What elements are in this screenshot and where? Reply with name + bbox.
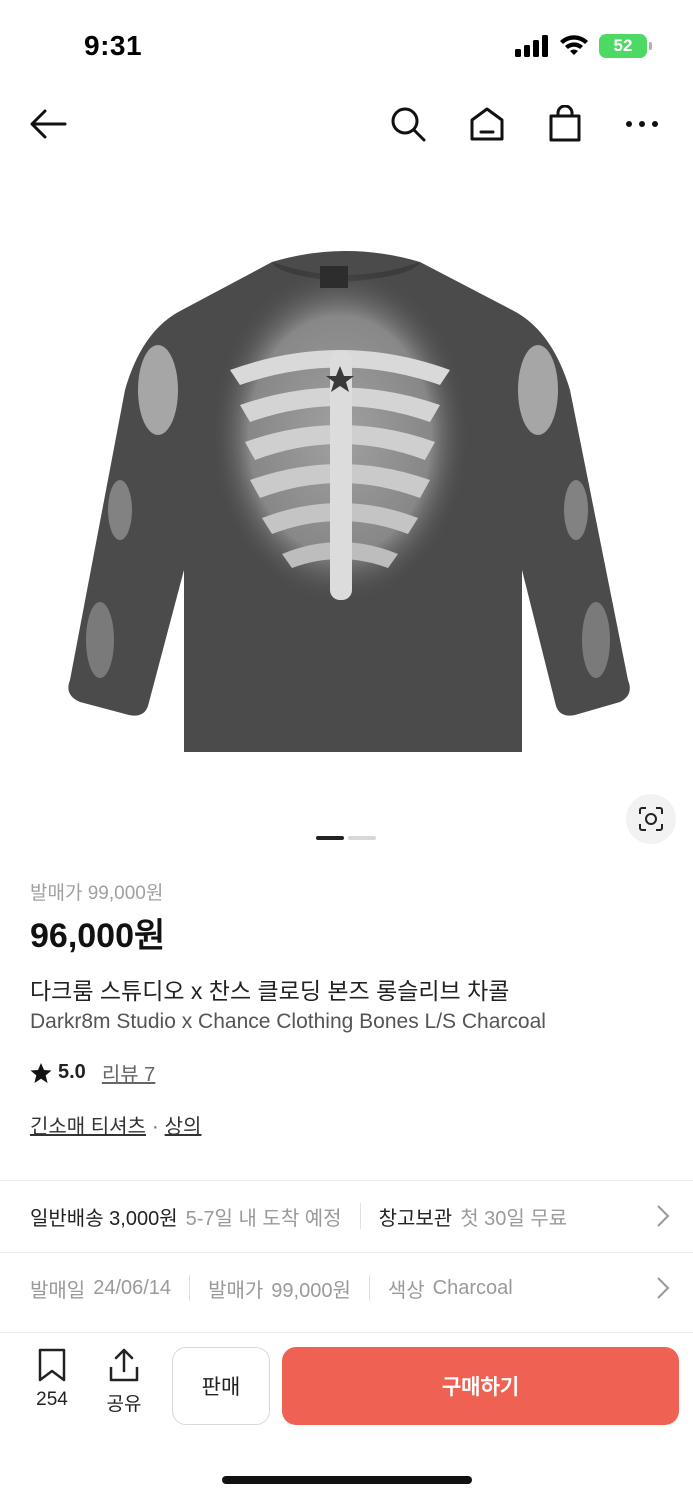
more-icon (626, 121, 658, 127)
more-button[interactable] (620, 102, 664, 146)
star-icon (30, 1062, 52, 1083)
shopping-bag-icon (549, 105, 581, 142)
chevron-right-icon (657, 1277, 670, 1299)
release-date-key: 발매일 (30, 1279, 86, 1302)
release-date-value: 24/06/14 (93, 1276, 172, 1299)
lens-search-button[interactable] (626, 794, 676, 844)
category-separator: · (151, 1116, 159, 1138)
battery-indicator: 52 (599, 34, 652, 58)
details-row[interactable]: 발매일 24/06/14 발매가 99,000원 색상 Charcoal (30, 1268, 670, 1308)
separator (359, 1203, 361, 1229)
top-nav (0, 92, 693, 156)
sell-button[interactable]: 판매 (172, 1347, 270, 1425)
lens-search-icon (639, 807, 663, 831)
storage-label: 창고보관 (378, 1207, 453, 1230)
bookmark-button[interactable]: 254 (22, 1347, 82, 1427)
share-button[interactable]: 공유 (94, 1347, 154, 1427)
pagination-dot-active (316, 836, 344, 840)
divider (0, 1180, 693, 1181)
share-label: 공유 (106, 1394, 142, 1415)
status-icons: 52 (515, 34, 652, 58)
bookmark-icon (38, 1348, 66, 1382)
home-indicator (222, 1476, 472, 1484)
color-value: Charcoal (432, 1276, 513, 1299)
back-arrow-icon (30, 109, 67, 139)
release-price-key: 발매가 (208, 1279, 264, 1302)
color-key: 색상 (387, 1279, 425, 1302)
search-icon (391, 107, 426, 142)
separator (189, 1275, 191, 1301)
storage-note: 첫 30일 무료 (460, 1207, 568, 1230)
release-price-label: 발매가 99,000원 (30, 883, 164, 904)
bookmark-count: 254 (36, 1389, 68, 1410)
separator (368, 1275, 370, 1301)
share-icon (109, 1348, 139, 1382)
home-button[interactable] (465, 102, 509, 146)
status-time: 9:31 (84, 30, 143, 61)
pagination-dot (348, 836, 376, 840)
category-link-secondary[interactable]: 상의 (165, 1116, 202, 1138)
product-title-en: Darkr8m Studio x Chance Clothing Bones L… (30, 1010, 546, 1033)
wifi-icon (560, 35, 588, 55)
shirt-illustration (68, 251, 630, 752)
category-link-primary[interactable]: 긴소매 티셔츠 (30, 1116, 146, 1138)
search-button[interactable] (386, 102, 430, 146)
rating-score: 5.0 (58, 1061, 86, 1083)
product-title-ko: 다크룸 스튜디오 x 찬스 클로딩 본즈 롱슬리브 차콜 (30, 978, 510, 1004)
chevron-right-icon (657, 1205, 670, 1227)
product-image[interactable] (0, 170, 693, 860)
signal-icon (515, 35, 548, 57)
cart-button[interactable] (543, 102, 587, 146)
bottom-action-bar: 254 공유 판매 구매하기 (0, 1332, 693, 1500)
review-link[interactable]: 리뷰 7 (102, 1058, 155, 1087)
release-price-value: 99,000원 (271, 1279, 351, 1302)
delivery-label: 일반배송 3,000원 (30, 1207, 178, 1230)
back-button[interactable] (26, 102, 70, 146)
category-breadcrumb: 긴소매 티셔츠 · 상의 (30, 1110, 201, 1139)
divider (0, 1252, 693, 1253)
home-icon (470, 107, 504, 141)
rating-row: 5.0 리뷰 7 (30, 1058, 155, 1087)
buy-button[interactable]: 구매하기 (282, 1347, 679, 1425)
status-bar: 9:31 52 (0, 0, 693, 92)
shipping-row[interactable]: 일반배송 3,000원 5-7일 내 도착 예정 창고보관 첫 30일 무료 (30, 1196, 670, 1236)
battery-level: 52 (613, 36, 633, 55)
product-price: 96,000원 (30, 917, 166, 955)
delivery-eta: 5-7일 내 도착 예정 (185, 1207, 342, 1230)
image-pagination (316, 836, 376, 840)
